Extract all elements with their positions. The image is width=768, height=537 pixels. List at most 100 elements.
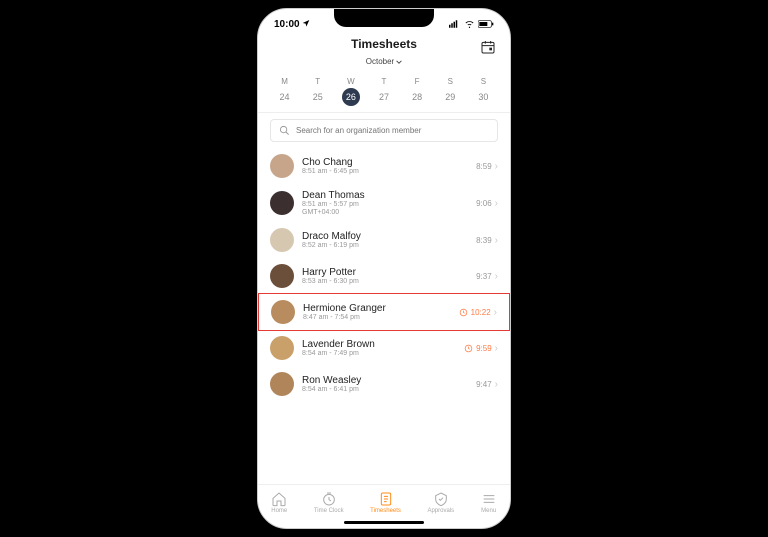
member-duration: 9:37›	[476, 271, 498, 282]
member-meta: Ron Weasley8:54 am - 6:41 pm	[302, 375, 468, 394]
week-letter: T	[382, 77, 387, 86]
member-time-range: 8:47 am - 7:54 pm	[303, 314, 451, 322]
week-day[interactable]: T 27	[370, 77, 398, 106]
member-time-range: 8:52 am - 6:19 pm	[302, 242, 468, 250]
week-picker: M24T25W26T27F28S29S30	[258, 73, 510, 108]
battery-icon	[478, 20, 494, 28]
week-letter: M	[281, 77, 288, 86]
search-bar[interactable]	[270, 119, 498, 142]
member-row[interactable]: Harry Potter8:53 am - 6:30 pm 9:37›	[258, 258, 510, 294]
member-name: Cho Chang	[302, 157, 468, 168]
week-day[interactable]: S 30	[469, 77, 497, 106]
member-time-range: 8:51 am - 6:45 pm	[302, 168, 468, 176]
member-duration: 8:39›	[476, 235, 498, 246]
chevron-right-icon: ›	[495, 235, 498, 246]
chevron-right-icon: ›	[495, 271, 498, 282]
member-duration: 9:47›	[476, 379, 498, 390]
tab-label: Menu	[481, 508, 496, 514]
member-row[interactable]: Cho Chang8:51 am - 6:45 pm 8:59›	[258, 148, 510, 184]
location-icon	[302, 19, 310, 27]
tab-label: Approvals	[427, 508, 454, 514]
tab-approvals[interactable]: Approvals	[427, 491, 454, 514]
page-title: Timesheets	[258, 37, 510, 51]
signal-icon	[449, 20, 461, 28]
avatar	[270, 336, 294, 360]
member-name: Ron Weasley	[302, 375, 468, 386]
tab-label: Timesheets	[370, 508, 401, 514]
member-meta: Dean Thomas8:51 am - 5:57 pmGMT+04:00	[302, 190, 468, 216]
member-list: Cho Chang8:51 am - 6:45 pm 8:59› Dean Thom…	[258, 148, 510, 484]
avatar	[270, 372, 294, 396]
week-day[interactable]: M24	[271, 77, 299, 106]
tab-home[interactable]: Home	[271, 491, 287, 514]
member-timezone: GMT+04:00	[302, 209, 468, 217]
week-num: 26	[342, 88, 360, 106]
chevron-right-icon: ›	[494, 307, 497, 318]
week-day[interactable]: W 26	[337, 77, 365, 106]
member-time-range: 8:53 am - 6:30 pm	[302, 278, 468, 286]
month-selector[interactable]: October	[366, 57, 402, 66]
member-row[interactable]: Dean Thomas8:51 am - 5:57 pmGMT+04:00 9:0…	[258, 184, 510, 222]
week-day[interactable]: S29	[436, 77, 464, 106]
member-time-range: 8:54 am - 7:49 pm	[302, 350, 456, 358]
week-num: 30	[474, 88, 492, 106]
week-letter: S	[448, 77, 453, 86]
search-wrap	[258, 113, 510, 148]
timesheets-icon	[378, 491, 394, 507]
chevron-right-icon: ›	[495, 343, 498, 354]
member-row[interactable]: Lavender Brown8:54 am - 7:49 pm 9:59›	[258, 330, 510, 366]
wifi-icon	[464, 20, 475, 28]
week-letter: T	[315, 77, 320, 86]
avatar	[270, 154, 294, 178]
status-right	[449, 20, 494, 28]
member-name: Lavender Brown	[302, 339, 456, 350]
tab-time-clock[interactable]: Time Clock	[314, 491, 344, 514]
tab-timesheets[interactable]: Timesheets	[370, 491, 401, 514]
clock-warn-icon	[464, 344, 473, 353]
time-clock-icon	[321, 491, 337, 507]
avatar	[270, 191, 294, 215]
member-name: Hermione Granger	[303, 303, 451, 314]
tab-label: Time Clock	[314, 508, 344, 514]
chevron-right-icon: ›	[495, 379, 498, 390]
week-num: 25	[309, 88, 327, 106]
member-row[interactable]: Hermione Granger8:47 am - 7:54 pm 10:22›	[258, 293, 510, 331]
chevron-right-icon: ›	[495, 198, 498, 209]
week-letter: S	[481, 77, 486, 86]
calendar-button[interactable]	[480, 39, 496, 60]
avatar	[271, 300, 295, 324]
avatar	[270, 264, 294, 288]
week-day[interactable]: T 25	[304, 77, 332, 106]
member-duration: 9:06›	[476, 198, 498, 209]
home-icon	[271, 491, 287, 507]
member-duration: 9:59›	[464, 343, 498, 354]
clock-warn-icon	[459, 308, 468, 317]
menu-icon	[481, 491, 497, 507]
search-icon	[279, 125, 290, 136]
approvals-icon	[433, 491, 449, 507]
member-name: Harry Potter	[302, 267, 468, 278]
week-day[interactable]: F 28	[403, 77, 431, 106]
member-duration: 10:22›	[459, 307, 497, 318]
home-indicator	[344, 521, 424, 524]
member-row[interactable]: Draco Malfoy8:52 am - 6:19 pm 8:39›	[258, 222, 510, 258]
member-name: Draco Malfoy	[302, 231, 468, 242]
week-letter: F	[415, 77, 420, 86]
member-meta: Hermione Granger8:47 am - 7:54 pm	[303, 303, 451, 322]
member-time-range: 8:54 am - 6:41 pm	[302, 386, 468, 394]
tab-menu[interactable]: Menu	[481, 491, 497, 514]
chevron-down-icon	[396, 59, 402, 65]
member-duration: 8:59›	[476, 161, 498, 172]
header: Timesheets October	[258, 33, 510, 73]
notch	[334, 9, 434, 27]
avatar	[270, 228, 294, 252]
member-name: Dean Thomas	[302, 190, 468, 201]
week-num: 27	[375, 88, 393, 106]
member-meta: Draco Malfoy8:52 am - 6:19 pm	[302, 231, 468, 250]
phone-frame: 10:00 Timesheets October M24 T 25 W 26 T 27 F 28…	[257, 8, 511, 529]
search-input[interactable]	[296, 126, 489, 135]
status-time: 10:00	[274, 19, 310, 30]
week-letter: W	[347, 77, 355, 86]
week-num: 28	[408, 88, 426, 106]
member-row[interactable]: Ron Weasley8:54 am - 6:41 pm 9:47›	[258, 366, 510, 402]
